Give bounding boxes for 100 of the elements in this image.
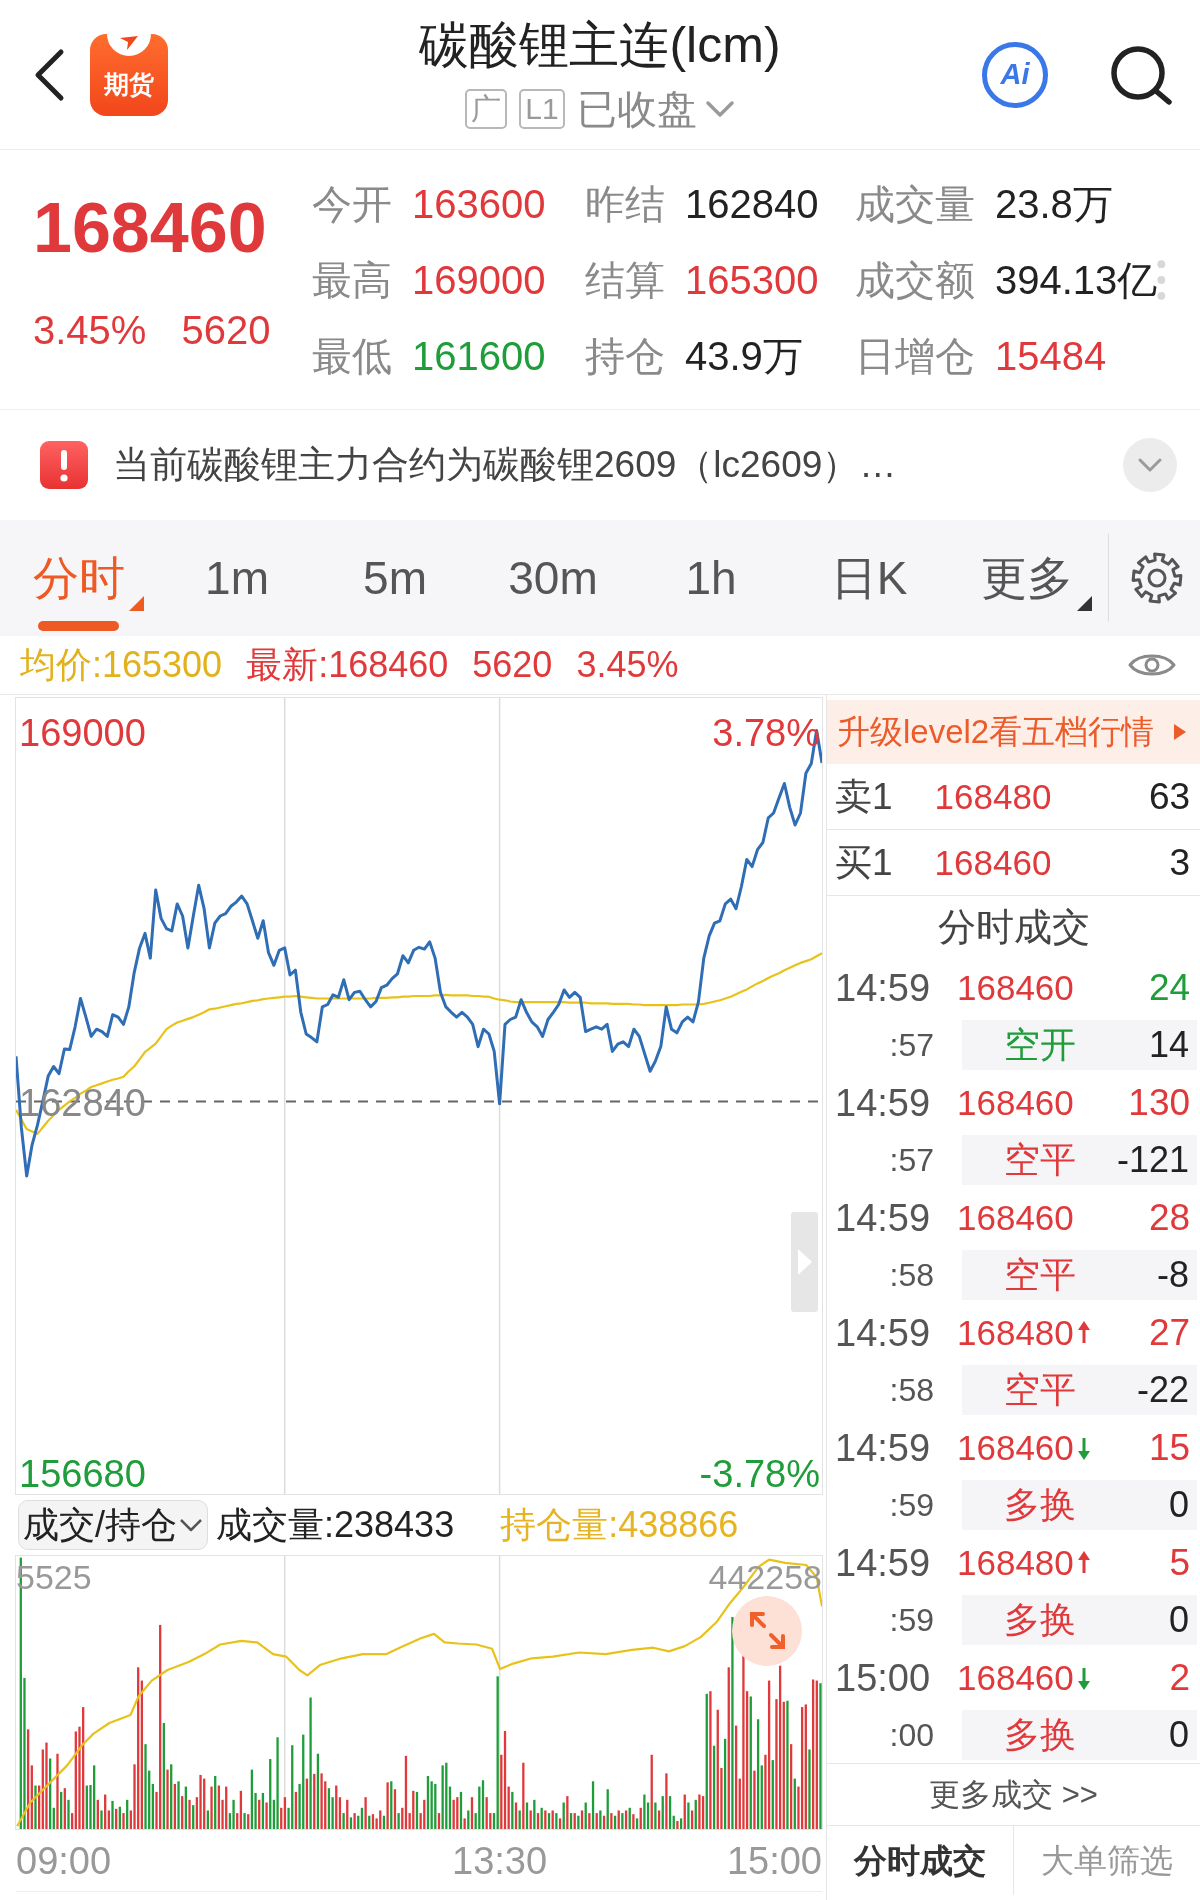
trade-price: 168460	[957, 1083, 1074, 1123]
trade-seconds: :57	[889, 1027, 934, 1063]
trade-time: 14:59	[835, 1542, 931, 1584]
stat-value: 394.13亿	[995, 259, 1158, 301]
order-price: 168480	[934, 776, 1052, 817]
stat-value: 169000	[412, 259, 546, 301]
trade-price: 168480	[957, 1313, 1074, 1353]
trade-seconds: :58	[889, 1372, 934, 1408]
period-tab[interactable]: 1h	[632, 520, 790, 636]
tag-label: 广	[465, 89, 508, 129]
order-quantity: 63	[1148, 776, 1191, 817]
stat-label: 成交额	[855, 259, 975, 301]
change-percent: 3.45%	[33, 310, 147, 350]
trade-seconds: :57	[889, 1142, 934, 1178]
trade-price: 168460	[957, 968, 1074, 1008]
volume-text: 成交量:238433	[216, 1505, 455, 1545]
trade-volume: 2	[1169, 1657, 1191, 1698]
stat-label: 昨结	[585, 183, 665, 225]
stat-label: 成交量	[855, 183, 975, 225]
trade-type: 空平	[1003, 1369, 1076, 1410]
chevron-down-icon	[179, 1518, 203, 1532]
trade-seconds: :59	[889, 1602, 934, 1638]
order-quantity: 3	[1169, 842, 1191, 883]
trade-price: 168460	[957, 1658, 1074, 1698]
change-amount: 5620	[181, 310, 271, 350]
expand-button[interactable]	[1123, 438, 1177, 492]
trade-position-change: 0	[1169, 1600, 1190, 1640]
chevron-down-icon	[704, 100, 735, 118]
ai-button[interactable]: Ai	[982, 41, 1048, 108]
expand-icon[interactable]	[732, 1596, 802, 1666]
side-handle[interactable]	[791, 1212, 818, 1312]
period-tab[interactable]: 1m	[158, 520, 316, 636]
time-label: 09:00	[16, 1840, 112, 1882]
trade-position-change: -121	[1117, 1140, 1190, 1180]
order-level-label: 买1	[835, 842, 893, 883]
percent-label: -3.78%	[699, 1453, 820, 1494]
stat-label: 日增仓	[855, 335, 975, 377]
period-tab[interactable]: 5m	[316, 520, 474, 636]
panel-tab[interactable]: 分时成交	[827, 1826, 1014, 1895]
settings-icon[interactable]	[1131, 552, 1183, 604]
trade-position-change: 14	[1149, 1025, 1190, 1065]
trade-type: 空平	[1003, 1139, 1076, 1180]
trade-type: 空平	[1003, 1254, 1076, 1295]
chart-selector[interactable]: 成交/持仓	[18, 1500, 208, 1550]
change-percent-text: 3.45%	[576, 645, 679, 685]
trade-position-change: -8	[1157, 1255, 1190, 1295]
trade-seconds: :59	[889, 1487, 934, 1523]
latest-price-text: 最新:168460	[246, 645, 449, 685]
stat-value: 162840	[685, 183, 819, 225]
page-title: 碳酸锂主连(lcm)	[419, 18, 781, 73]
trade-seconds: :58	[889, 1257, 934, 1293]
period-tab[interactable]: 日K	[790, 520, 948, 636]
period-tab[interactable]: 更多	[948, 520, 1106, 636]
trade-type: 多换	[1003, 1484, 1076, 1525]
percent-label: 3.78%	[712, 711, 820, 754]
trade-volume: 28	[1148, 1197, 1191, 1238]
stat-value: 43.9万	[685, 335, 803, 377]
stat-value: 23.8万	[995, 183, 1113, 225]
trade-seconds: :00	[889, 1717, 934, 1753]
axis-label: 156680	[19, 1453, 146, 1494]
period-tab[interactable]: 30m	[474, 520, 632, 636]
trade-time: 14:59	[835, 1082, 931, 1124]
trade-time: 14:59	[835, 967, 931, 1009]
time-label: 13:30	[452, 1840, 548, 1882]
trade-volume: 24	[1148, 967, 1191, 1008]
order-level-label: 卖1	[835, 776, 893, 817]
triangle-icon	[797, 1249, 812, 1275]
stat-value: 163600	[412, 183, 546, 225]
section-title: 分时成交	[937, 906, 1090, 948]
more-trades-link[interactable]: 更多成交 >>	[929, 1776, 1098, 1813]
trade-type: 空开	[1003, 1024, 1076, 1065]
trade-price: 168480	[957, 1543, 1074, 1583]
trade-time: 14:59	[835, 1427, 931, 1469]
stat-value: 15484	[995, 335, 1107, 377]
trade-position-change: -22	[1137, 1370, 1190, 1410]
trade-position-change: 0	[1169, 1715, 1190, 1755]
axis-label: 169000	[19, 711, 146, 754]
trade-time: 14:59	[835, 1312, 931, 1354]
notice-text: 当前碳酸锂主力合约为碳酸锂2609（lc2609）…	[113, 445, 897, 485]
trade-price: 168460	[957, 1198, 1074, 1238]
last-price: 168460	[33, 193, 267, 263]
stat-value: 165300	[685, 259, 819, 301]
change-text: 5620	[472, 645, 553, 685]
trade-type: 多换	[1003, 1599, 1076, 1640]
trade-volume: 130	[1128, 1082, 1191, 1123]
average-price-text: 均价:165300	[20, 645, 223, 685]
trade-price: 168460	[957, 1428, 1074, 1468]
emblem-icon	[107, 33, 151, 56]
stat-label: 最高	[312, 259, 392, 301]
trade-position-change: 0	[1169, 1485, 1190, 1525]
alert-icon	[40, 441, 88, 489]
trade-time: 14:59	[835, 1197, 931, 1239]
logo-text: 期货	[104, 71, 154, 97]
open-interest-text: 持仓量:438866	[500, 1505, 739, 1545]
chevron-down-icon	[1137, 457, 1163, 473]
stat-label: 结算	[585, 259, 665, 301]
stat-label: 今开	[312, 183, 392, 225]
stat-value: 161600	[412, 335, 546, 377]
trade-volume: 27	[1148, 1312, 1191, 1353]
trade-volume: 15	[1148, 1427, 1191, 1468]
